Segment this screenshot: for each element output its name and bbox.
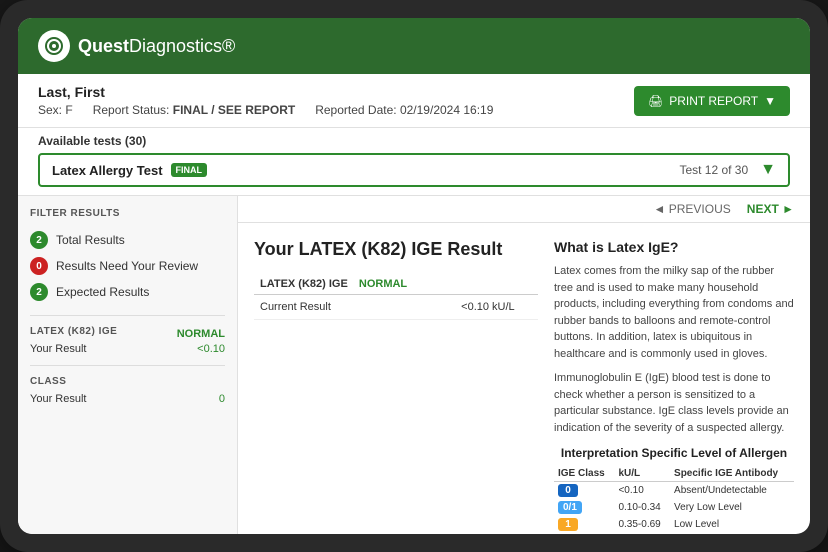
divider-2 bbox=[30, 365, 225, 366]
right-panel: ◄ PREVIOUS NEXT ► Your LATEX (K82) IGE R… bbox=[238, 196, 810, 534]
review-label: Results Need Your Review bbox=[56, 259, 198, 273]
test-selector[interactable]: Latex Allergy Test FINAL Test 12 of 30 ▼ bbox=[38, 153, 790, 187]
ige-range-cell: 0.10-0.34 bbox=[614, 499, 670, 516]
sidebar: FILTER RESULTS 2 Total Results 0 Results… bbox=[18, 196, 238, 534]
ige-class-cell: 2 bbox=[554, 533, 614, 534]
filter-title: FILTER RESULTS bbox=[30, 208, 225, 219]
right-info: What is Latex IgE? Latex comes from the … bbox=[554, 239, 794, 534]
ige-col-antibody: Specific IGE Antibody bbox=[670, 466, 794, 482]
info-title: What is Latex IgE? bbox=[554, 239, 794, 255]
class-result-row: Your Result 0 bbox=[30, 393, 225, 405]
patient-name: Last, First bbox=[38, 84, 493, 100]
result-row-value: <0.10 kU/L bbox=[455, 295, 538, 320]
class-section-name: CLASS bbox=[30, 376, 66, 387]
test-selector-left: Latex Allergy Test FINAL bbox=[52, 163, 207, 178]
available-tests-label: Available tests (30) bbox=[38, 134, 790, 148]
result-col2-header bbox=[455, 274, 538, 295]
result-status: NORMAL bbox=[359, 278, 407, 290]
result-row-label: Current Result bbox=[254, 295, 455, 320]
available-tests-bar: Available tests (30) Latex Allergy Test … bbox=[18, 128, 810, 196]
reported-date: Reported Date: 02/19/2024 16:19 bbox=[315, 103, 493, 117]
expected-label: Expected Results bbox=[56, 285, 149, 299]
ige-label-cell: Very Low Level bbox=[670, 499, 794, 516]
patient-sex: Sex: F bbox=[38, 103, 73, 117]
class-result-label: Your Result bbox=[30, 393, 86, 405]
print-button[interactable]: 🖨 PRINT REPORT ▼ bbox=[634, 86, 790, 116]
ige-label-cell: Low Level bbox=[670, 516, 794, 533]
printer-icon: 🖨 bbox=[648, 94, 663, 108]
filter-item-total: 2 Total Results bbox=[30, 227, 225, 253]
info-paragraph1: Latex comes from the milky sap of the ru… bbox=[554, 263, 794, 362]
class-result-value: 0 bbox=[219, 393, 225, 405]
header: QuestDiagnostics® bbox=[18, 18, 810, 74]
filter-item-expected: 2 Expected Results bbox=[30, 279, 225, 305]
ige-class-cell: 1 bbox=[554, 516, 614, 533]
result-table: LATEX (K82) IGE NORMAL Current Result <0… bbox=[254, 274, 538, 320]
ige-class-cell: 0/1 bbox=[554, 499, 614, 516]
screen: QuestDiagnostics® Last, First Sex: F Rep… bbox=[18, 18, 810, 534]
latex-section-header: LATEX (K82) IGE NORMAL bbox=[30, 326, 225, 341]
logo-text: QuestDiagnostics® bbox=[78, 36, 235, 57]
class-section-header: CLASS bbox=[30, 376, 225, 391]
patient-details: Sex: F Report Status: FINAL / SEE REPORT… bbox=[38, 103, 493, 117]
result-col1-header: LATEX (K82) IGE NORMAL bbox=[254, 274, 455, 295]
table-row: Current Result <0.10 kU/L bbox=[254, 295, 538, 320]
report-status: Report Status: FINAL / SEE REPORT bbox=[93, 103, 296, 117]
ige-range-cell: <0.10 bbox=[614, 482, 670, 500]
filter-item-review: 0 Results Need Your Review bbox=[30, 253, 225, 279]
total-badge: 2 bbox=[30, 231, 48, 249]
patient-bar: Last, First Sex: F Report Status: FINAL … bbox=[18, 74, 810, 128]
main-content: FILTER RESULTS 2 Total Results 0 Results… bbox=[18, 196, 810, 534]
ige-class-cell: 0 bbox=[554, 482, 614, 500]
divider-1 bbox=[30, 315, 225, 316]
table-row: 1 0.35-0.69 Low Level bbox=[554, 516, 794, 533]
expected-badge: 2 bbox=[30, 283, 48, 301]
test-number: Test 12 of 30 bbox=[679, 163, 748, 177]
chevron-down-icon: ▼ bbox=[764, 94, 776, 108]
logo-area: QuestDiagnostics® bbox=[38, 30, 235, 62]
chevron-down-icon: ▼ bbox=[760, 161, 776, 179]
latex-section-name: LATEX (K82) IGE bbox=[30, 326, 117, 337]
interpretation-title: Interpretation Specific Level of Allerge… bbox=[554, 446, 794, 460]
final-badge: FINAL bbox=[171, 163, 208, 177]
table-row: 0 <0.10 Absent/Undetectable bbox=[554, 482, 794, 500]
content-area: Your LATEX (K82) IGE Result LATEX (K82) … bbox=[238, 223, 810, 534]
latex-result-value: <0.10 bbox=[197, 343, 225, 355]
device-frame: QuestDiagnostics® Last, First Sex: F Rep… bbox=[0, 0, 828, 552]
nav-bar: ◄ PREVIOUS NEXT ► bbox=[238, 196, 810, 223]
logo-circle bbox=[38, 30, 70, 62]
result-title: Your LATEX (K82) IGE Result bbox=[254, 239, 538, 260]
ige-col-class: IGE Class bbox=[554, 466, 614, 482]
ige-col-kul: kU/L bbox=[614, 466, 670, 482]
test-name: Latex Allergy Test bbox=[52, 163, 163, 178]
ige-range-cell: 0.70-3.49 bbox=[614, 533, 670, 534]
patient-info: Last, First Sex: F Report Status: FINAL … bbox=[38, 84, 493, 117]
left-results: Your LATEX (K82) IGE Result LATEX (K82) … bbox=[254, 239, 538, 534]
table-row: 0/1 0.10-0.34 Very Low Level bbox=[554, 499, 794, 516]
latex-section-status: NORMAL bbox=[177, 328, 225, 340]
latex-ige-section: LATEX (K82) IGE NORMAL Your Result <0.10 bbox=[30, 326, 225, 355]
latex-result-row: Your Result <0.10 bbox=[30, 343, 225, 355]
ige-label-cell: Absent/Undetectable bbox=[670, 482, 794, 500]
table-row: 2 0.70-3.49 Moderate Level bbox=[554, 533, 794, 534]
ige-range-cell: 0.35-0.69 bbox=[614, 516, 670, 533]
class-section: CLASS Your Result 0 bbox=[30, 376, 225, 405]
ige-label-cell: Moderate Level bbox=[670, 533, 794, 534]
info-paragraph2: Immunoglobulin E (IgE) blood test is don… bbox=[554, 370, 794, 436]
total-label: Total Results bbox=[56, 233, 125, 247]
ige-table: IGE Class kU/L Specific IGE Antibody 0 <… bbox=[554, 466, 794, 534]
previous-button[interactable]: ◄ PREVIOUS bbox=[654, 202, 731, 216]
next-button[interactable]: NEXT ► bbox=[747, 202, 794, 216]
review-badge: 0 bbox=[30, 257, 48, 275]
latex-result-label: Your Result bbox=[30, 343, 86, 355]
